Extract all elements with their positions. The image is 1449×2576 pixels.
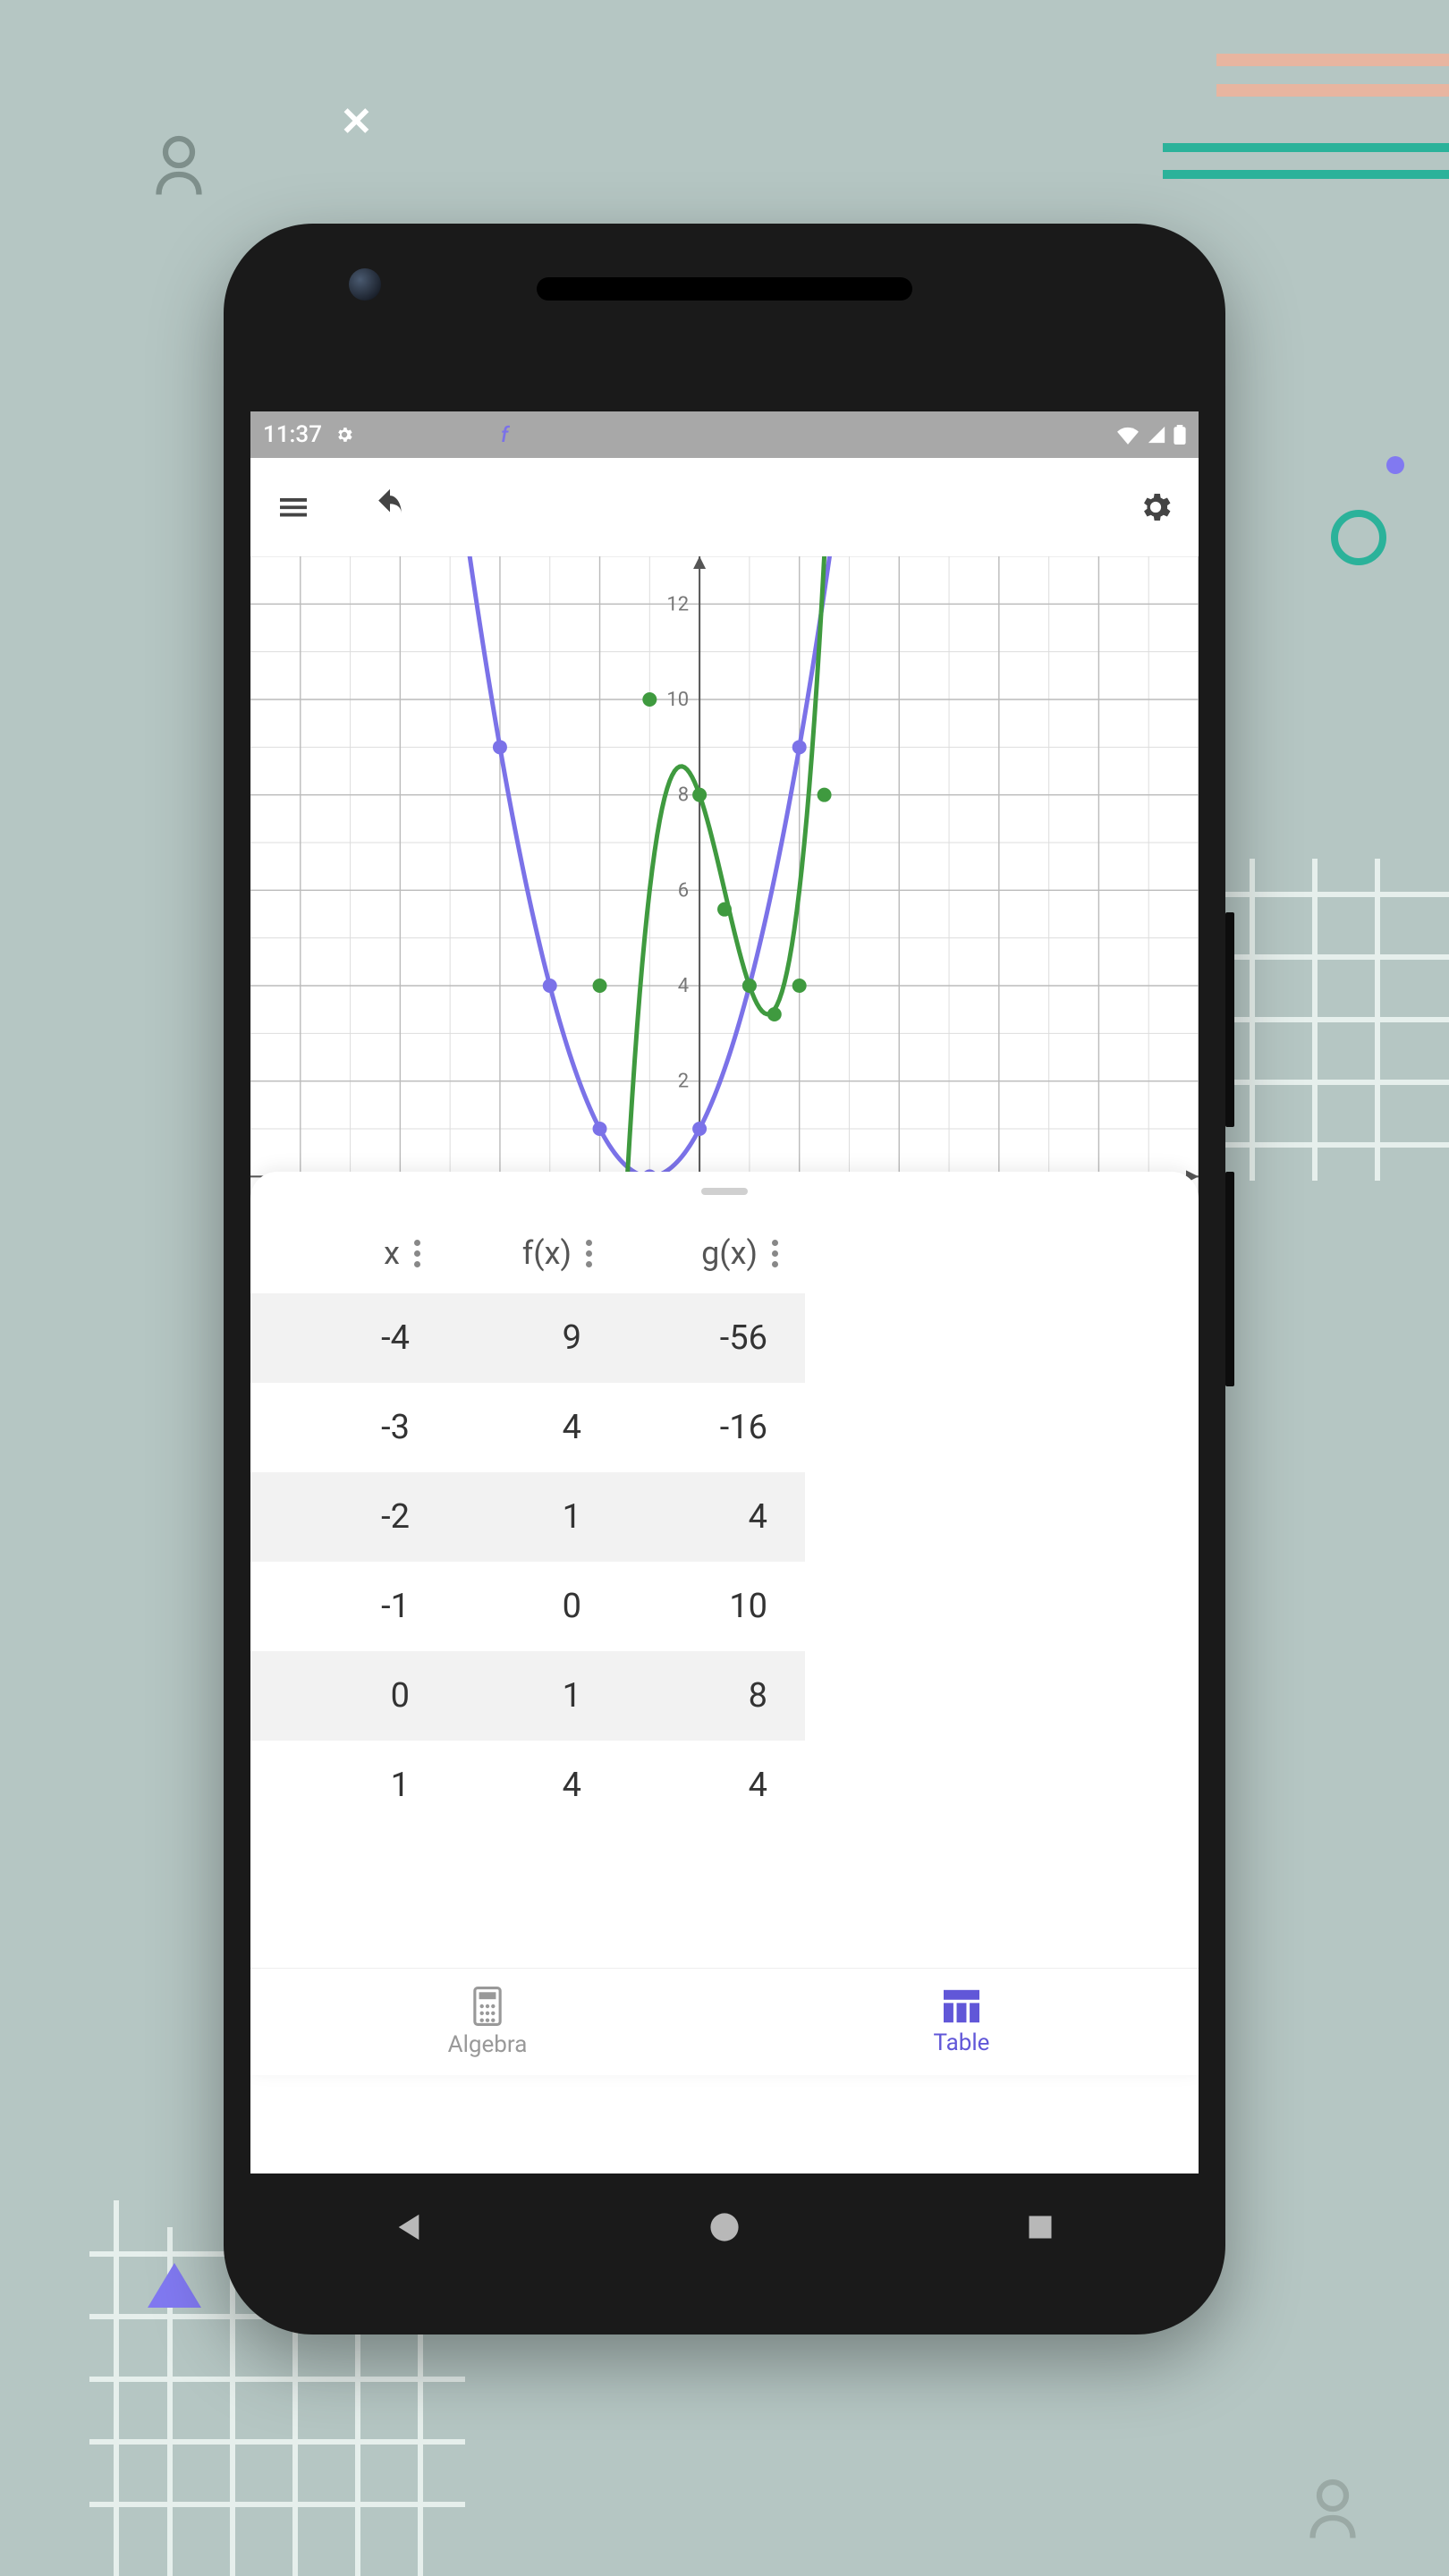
kebab-icon[interactable] (586, 1240, 592, 1267)
table-row[interactable]: 018 (250, 1651, 805, 1741)
gear-icon (1137, 488, 1174, 526)
status-time: 11:37 (263, 421, 322, 448)
table-row[interactable]: -34-16 (250, 1383, 805, 1472)
tab-algebra-label: Algebra (448, 2031, 528, 2058)
function-graph: -8-6-4-2246810-224681012 (250, 556, 1199, 1272)
svg-text:2: 2 (678, 1071, 689, 1093)
column-x-header[interactable]: x (277, 1234, 420, 1272)
column-gx-header[interactable]: g(x) (592, 1234, 778, 1272)
table-panel: x f(x) g(x) -49-56-34-16-214-1010018144 (250, 1172, 1199, 2075)
undo-icon (370, 487, 410, 527)
undo-button[interactable] (369, 486, 411, 529)
status-bar: 11:37 f (250, 411, 1199, 458)
value-table: x f(x) g(x) -49-56-34-16-214-1010018144 (250, 1213, 805, 1830)
back-button[interactable] (388, 2207, 429, 2248)
drag-handle[interactable] (701, 1188, 748, 1195)
app-screen: 11:37 f -8-6-4-2246810-224681012 (250, 411, 1199, 2182)
kebab-icon[interactable] (772, 1240, 778, 1267)
calculator-icon (470, 1987, 505, 2026)
table-row[interactable]: -49-56 (250, 1293, 805, 1383)
tab-algebra[interactable]: Algebra (250, 1969, 724, 2075)
wifi-icon (1116, 425, 1140, 445)
function-label: f (501, 422, 508, 447)
decorative-x: ✕ (340, 98, 373, 145)
toolbar (250, 458, 1199, 556)
table-icon (942, 1988, 981, 2024)
column-fx-header[interactable]: f(x) (420, 1234, 592, 1272)
android-nav-bar (250, 2174, 1199, 2281)
menu-button[interactable] (272, 486, 315, 529)
table-row[interactable]: 144 (250, 1741, 805, 1830)
settings-status-icon (335, 425, 354, 445)
home-button[interactable] (704, 2207, 745, 2248)
svg-text:4: 4 (678, 975, 689, 997)
svg-text:10: 10 (666, 689, 689, 711)
hamburger-icon (275, 489, 311, 525)
table-row[interactable]: -1010 (250, 1562, 805, 1651)
tab-table-label: Table (934, 2029, 990, 2056)
recent-button[interactable] (1020, 2207, 1061, 2248)
svg-text:12: 12 (666, 593, 689, 615)
battery-icon (1174, 425, 1186, 445)
table-header: x f(x) g(x) (250, 1213, 805, 1293)
svg-text:6: 6 (678, 879, 689, 902)
signal-icon (1147, 425, 1166, 445)
kebab-icon[interactable] (414, 1240, 420, 1267)
settings-button[interactable] (1134, 486, 1177, 529)
bottom-tabs: Algebra Table (250, 1968, 1199, 2075)
graph-area[interactable]: -8-6-4-2246810-224681012 (250, 556, 1199, 1272)
table-row[interactable]: -214 (250, 1472, 805, 1562)
tab-table[interactable]: Table (724, 1969, 1199, 2075)
phone-frame: 11:37 f -8-6-4-2246810-224681012 (224, 224, 1225, 2334)
svg-text:8: 8 (678, 784, 689, 807)
